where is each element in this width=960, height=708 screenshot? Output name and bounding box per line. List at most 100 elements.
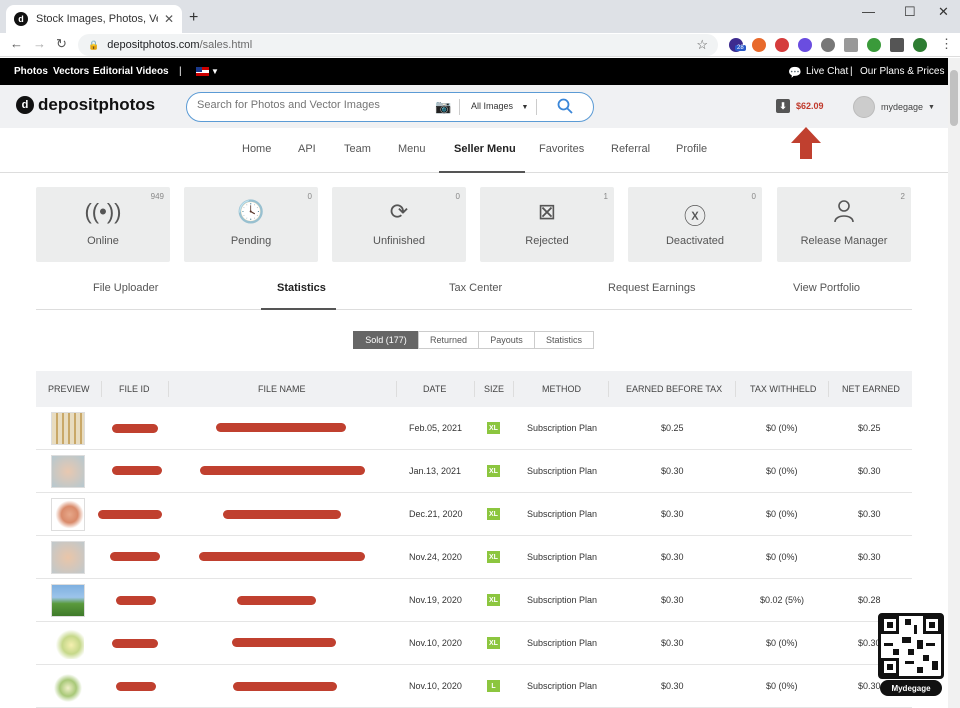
bookmark-star-icon[interactable]: ☆ <box>696 37 708 53</box>
reddit-extension-icon[interactable] <box>752 38 766 52</box>
cell-method: Subscription Plan <box>527 595 598 605</box>
nav-vectors[interactable]: Vectors <box>53 66 89 77</box>
menu-team[interactable]: Team <box>344 143 371 155</box>
puzzle-extensions-icon[interactable] <box>890 38 904 52</box>
menu-seller-menu[interactable]: Seller Menu <box>454 143 516 155</box>
col-separator <box>513 381 514 397</box>
x-circle-icon: ⓧ <box>683 204 706 229</box>
search-filter-select[interactable]: All Images ▼ <box>471 101 528 111</box>
menu-profile[interactable]: Profile <box>676 143 707 155</box>
reload-icon[interactable]: ↻ <box>56 36 67 52</box>
page-scrollbar[interactable] <box>948 58 960 708</box>
redacted-file-id <box>112 466 162 475</box>
table-row[interactable]: Nov.10, 2020 XL Subscription Plan $0.30 … <box>36 622 912 665</box>
nav-videos[interactable]: Videos <box>136 66 169 77</box>
menu-favorites[interactable]: Favorites <box>539 143 584 155</box>
search-icon[interactable] <box>557 98 573 119</box>
col-date: DATE <box>423 384 447 394</box>
table-row[interactable]: Nov.10, 2020 L Subscription Plan $0.30 $… <box>36 665 912 708</box>
user-menu[interactable]: mydegage ▼ <box>853 96 935 118</box>
url-field[interactable]: 🔒 depositphotos.com /sales.html ☆ <box>78 34 718 56</box>
table-row[interactable]: Nov.19, 2020 XL Subscription Plan $0.30 … <box>36 579 912 622</box>
live-chat-link[interactable]: Live Chat <box>806 66 848 77</box>
preview-thumbnail[interactable] <box>51 541 85 574</box>
scrollbar-thumb[interactable] <box>950 70 958 126</box>
preview-thumbnail[interactable] <box>51 412 85 445</box>
table-row[interactable]: Jan.13, 2021 XL Subscription Plan $0.30 … <box>36 450 912 493</box>
redacted-file-name <box>216 423 346 432</box>
person-icon <box>777 199 911 229</box>
nav-divider: | <box>179 66 182 77</box>
minimize-button[interactable]: — <box>862 4 875 19</box>
chevron-down-icon[interactable]: ▼ <box>211 67 219 76</box>
new-tab-button[interactable]: + <box>189 9 198 27</box>
search-input[interactable] <box>197 99 425 111</box>
status-rejected[interactable]: 1 ⊠ Rejected <box>480 187 614 262</box>
profile-avatar[interactable] <box>913 38 927 52</box>
preview-thumbnail[interactable] <box>51 455 85 488</box>
extension-icon[interactable] <box>775 38 789 52</box>
extension-icon[interactable] <box>798 38 812 52</box>
active-tab-underline <box>261 308 336 310</box>
toggle-sold[interactable]: Sold (177) <box>353 331 419 349</box>
browser-menu-icon[interactable]: ⋮ <box>940 36 953 52</box>
col-earned: EARNED BEFORE TAX <box>626 384 723 394</box>
browser-tab[interactable]: d Stock Images, Photos, Vectors, Il ✕ <box>6 5 182 33</box>
status-online[interactable]: 949 ((•)) Online <box>36 187 170 262</box>
size-badge: XL <box>487 594 500 606</box>
back-icon[interactable]: ← <box>10 36 23 51</box>
window-close-button[interactable]: ✕ <box>938 4 949 20</box>
tab-file-uploader[interactable]: File Uploader <box>93 282 158 294</box>
depositphotos-logo[interactable]: d depositphotos <box>16 95 155 115</box>
balance-widget[interactable]: ⬇ $62.09 <box>776 99 824 113</box>
tab-statistics[interactable]: Statistics <box>277 282 326 294</box>
redacted-file-id <box>112 639 158 648</box>
cell-tax: $0.02 (5%) <box>760 595 805 605</box>
menu-menu[interactable]: Menu <box>398 143 426 155</box>
forward-icon[interactable]: → <box>33 36 46 51</box>
tab-close-icon[interactable]: ✕ <box>164 12 174 26</box>
status-label: Rejected <box>525 235 569 247</box>
tab-view-portfolio[interactable]: View Portfolio <box>793 282 860 294</box>
cell-net: $0.25 <box>858 423 881 433</box>
table-row[interactable]: Feb.05, 2021 XL Subscription Plan $0.25 … <box>36 407 912 450</box>
extension-icon[interactable] <box>844 38 858 52</box>
cell-earned: $0.30 <box>661 552 684 562</box>
clock-icon: 🕓 <box>237 199 265 224</box>
nav-editorial[interactable]: Editorial <box>93 66 133 77</box>
table-row[interactable]: Dec.21, 2020 XL Subscription Plan $0.30 … <box>36 493 912 536</box>
status-release-manager[interactable]: 2 Release Manager <box>777 187 911 262</box>
preview-thumbnail[interactable] <box>51 670 85 703</box>
tab-tax-center[interactable]: Tax Center <box>449 282 502 294</box>
preview-thumbnail[interactable] <box>51 498 85 531</box>
status-deactivated[interactable]: 0 ⓧ Deactivated <box>628 187 762 262</box>
cell-tax: $0 (0%) <box>766 466 798 476</box>
maximize-button[interactable]: ☐ <box>904 4 916 20</box>
menu-home[interactable]: Home <box>242 143 271 155</box>
toggle-returned[interactable]: Returned <box>418 331 479 349</box>
table-row[interactable]: Nov.24, 2020 XL Subscription Plan $0.30 … <box>36 536 912 579</box>
refresh-pause-icon: ⟳ <box>389 199 409 224</box>
status-pending[interactable]: 0 🕓 Pending <box>184 187 318 262</box>
preview-thumbnail[interactable] <box>51 584 85 617</box>
status-label: Pending <box>230 235 272 247</box>
preview-thumbnail[interactable] <box>51 627 85 660</box>
size-badge: XL <box>487 508 500 520</box>
redacted-file-id <box>116 682 156 691</box>
download-box-icon: ⬇ <box>776 99 790 113</box>
toggle-payouts[interactable]: Payouts <box>478 331 535 349</box>
camera-icon[interactable]: 📷 <box>435 99 451 115</box>
status-label: Release Manager <box>800 235 888 247</box>
toggle-statistics[interactable]: Statistics <box>534 331 594 349</box>
us-flag-icon[interactable] <box>196 67 209 76</box>
nav-photos[interactable]: Photos <box>14 66 48 77</box>
status-unfinished[interactable]: 0 ⟳ Unfinished <box>332 187 466 262</box>
extension-icon[interactable] <box>821 38 835 52</box>
username: mydegage <box>881 102 924 112</box>
col-separator <box>101 381 102 397</box>
recycle-extension-icon[interactable] <box>867 38 881 52</box>
tab-request-earnings[interactable]: Request Earnings <box>608 282 695 294</box>
menu-api[interactable]: API <box>298 143 316 155</box>
menu-referral[interactable]: Referral <box>611 143 650 155</box>
plans-link[interactable]: Our Plans & Prices <box>860 66 944 77</box>
